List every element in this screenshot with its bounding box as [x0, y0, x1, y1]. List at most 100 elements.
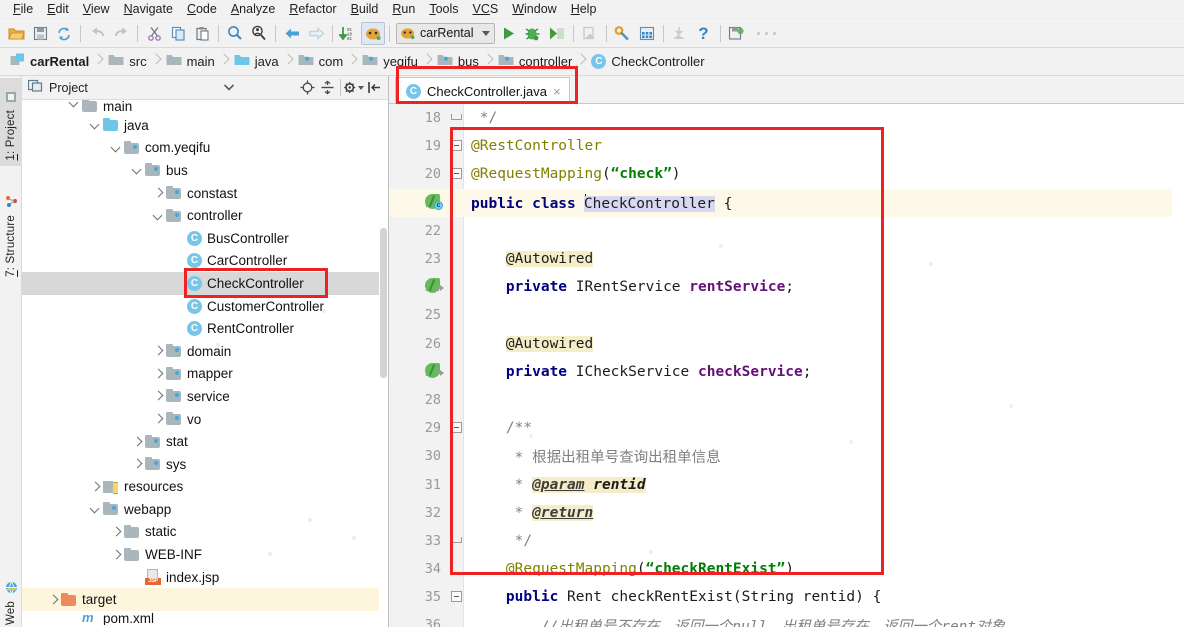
- code-fold-collapse-icon[interactable]: [451, 591, 462, 603]
- tree-item-mapper[interactable]: mapper: [22, 363, 388, 386]
- project-structure-icon[interactable]: [361, 21, 385, 45]
- find-usages-icon[interactable]: [247, 22, 271, 45]
- breadcrumb-item-checkcontroller[interactable]: C CheckController: [587, 48, 708, 76]
- tree-twisty-closed[interactable]: [46, 589, 61, 611]
- breadcrumb-item-java[interactable]: java: [230, 48, 283, 76]
- menu-item-file[interactable]: File: [6, 1, 40, 18]
- tree-item-vo[interactable]: vo: [22, 408, 388, 431]
- menu-item-vcs[interactable]: VCS: [466, 1, 506, 18]
- run-configuration-selector[interactable]: carRental: [396, 22, 495, 44]
- code-line-33[interactable]: 33 */: [389, 527, 1184, 555]
- code-line-31[interactable]: 31 * @param rentid: [389, 470, 1184, 498]
- tree-twisty-closed[interactable]: [109, 544, 124, 566]
- close-icon[interactable]: ×: [553, 85, 561, 98]
- open-folder-icon[interactable]: [4, 22, 28, 45]
- chevron-down-icon[interactable]: [219, 78, 239, 98]
- tree-item-service[interactable]: service: [22, 385, 388, 408]
- debug-icon[interactable]: [521, 22, 545, 45]
- code-line-35[interactable]: 35 public Rent checkRentExist(String ren…: [389, 583, 1184, 611]
- menu-item-code[interactable]: Code: [180, 1, 224, 18]
- spring-bean-field-icon[interactable]: [425, 362, 444, 380]
- menu-item-analyze[interactable]: Analyze: [224, 1, 282, 18]
- tree-twisty-closed[interactable]: [151, 340, 166, 362]
- menu-item-navigate[interactable]: Navigate: [117, 1, 180, 18]
- back-icon[interactable]: [280, 22, 304, 45]
- breadcrumb-item-carrental[interactable]: carRental: [6, 48, 93, 76]
- breadcrumb-item-com[interactable]: com: [294, 48, 348, 76]
- code-line-24[interactable]: 24 private IRentService rentService;: [389, 273, 1184, 301]
- tree-item-checkcontroller[interactable]: C CheckController: [22, 272, 388, 295]
- sync-refresh-icon[interactable]: [52, 22, 76, 45]
- tree-item-com-yeqifu[interactable]: com.yeqifu: [22, 137, 388, 160]
- run-icon[interactable]: [497, 22, 521, 45]
- code-fold-end-icon[interactable]: [451, 537, 462, 545]
- tree-twisty-closed[interactable]: [151, 182, 166, 204]
- breadcrumb-item-main[interactable]: main: [162, 48, 219, 76]
- locate-icon[interactable]: [297, 78, 317, 98]
- code-fold-collapse-icon[interactable]: [451, 140, 462, 152]
- tree-item-customercontroller[interactable]: C CustomerController: [22, 295, 388, 318]
- tree-twisty-open[interactable]: [109, 137, 124, 159]
- tree-twisty-open[interactable]: [130, 159, 145, 181]
- tree-item-static[interactable]: static: [22, 521, 388, 544]
- menu-item-refactor[interactable]: Refactor: [282, 1, 343, 18]
- spring-bean-class-icon[interactable]: c: [425, 193, 443, 211]
- tree-item-main[interactable]: main: [22, 100, 388, 114]
- paste-icon[interactable]: [190, 22, 214, 45]
- code-fold-collapse-icon[interactable]: [451, 422, 462, 434]
- menu-item-edit[interactable]: Edit: [40, 1, 76, 18]
- project-tree[interactable]: main java com.yeqifu bus constast controller C…: [22, 100, 388, 627]
- tree-twisty-closed[interactable]: [109, 521, 124, 543]
- code-line-19[interactable]: 19 @RestController: [389, 132, 1184, 160]
- menu-item-help[interactable]: Help: [564, 1, 604, 18]
- tree-twisty-open[interactable]: [88, 498, 103, 520]
- code-line-29[interactable]: 29 /**: [389, 414, 1184, 442]
- compile-icon[interactable]: 01 10 01: [337, 22, 361, 45]
- tree-item-sys[interactable]: sys: [22, 453, 388, 476]
- code-line-34[interactable]: 34 @RequestMapping(“checkRentExist”): [389, 555, 1184, 583]
- tree-item-rentcontroller[interactable]: C RentController: [22, 317, 388, 340]
- scrollbar-thumb[interactable]: [380, 228, 387, 378]
- tree-twisty-open[interactable]: [67, 100, 82, 114]
- menu-item-build[interactable]: Build: [344, 1, 386, 18]
- tree-item-resources[interactable]: resources: [22, 476, 388, 499]
- tree-item-constast[interactable]: constast: [22, 182, 388, 205]
- hide-panel-icon[interactable]: [364, 78, 384, 98]
- menu-item-run[interactable]: Run: [385, 1, 422, 18]
- tree-item-webapp[interactable]: webapp: [22, 498, 388, 521]
- code-line-30[interactable]: 30 * 根据出租单号查询出租单信息: [389, 442, 1184, 470]
- tree-twisty-closed[interactable]: [130, 431, 145, 453]
- menu-item-window[interactable]: Window: [505, 1, 563, 18]
- editor-scrollbar[interactable]: [1172, 104, 1184, 627]
- code-line-21[interactable]: 21cpublic class CheckController {: [389, 188, 1184, 217]
- breadcrumb-item-controller[interactable]: controller: [494, 48, 576, 76]
- code-line-28[interactable]: 28: [389, 386, 1184, 414]
- menu-item-tools[interactable]: Tools: [422, 1, 465, 18]
- code-fold-end-icon[interactable]: [451, 114, 462, 122]
- tree-item-controller[interactable]: controller: [22, 204, 388, 227]
- project-tree-scrollbar[interactable]: [379, 100, 388, 627]
- tree-item-stat[interactable]: stat: [22, 430, 388, 453]
- code-line-22[interactable]: 22: [389, 217, 1184, 245]
- code-line-18[interactable]: 18 */: [389, 104, 1184, 132]
- sidebar-item-structure[interactable]: 7: Structure: [0, 174, 22, 282]
- code-line-23[interactable]: 23 @Autowired: [389, 245, 1184, 273]
- spring-bean-field-icon[interactable]: [425, 278, 444, 295]
- help-icon[interactable]: ?: [692, 22, 716, 45]
- code-lines[interactable]: 18 */19 @RestController 20 @RequestMapping(…: [389, 104, 1184, 627]
- collapse-all-icon[interactable]: [317, 78, 337, 98]
- breadcrumb-item-src[interactable]: src: [104, 48, 150, 76]
- tree-item-bus[interactable]: bus: [22, 159, 388, 182]
- tree-twisty-closed[interactable]: [88, 476, 103, 498]
- code-fold-collapse-icon[interactable]: [451, 168, 462, 180]
- tree-item-buscontroller[interactable]: C BusController: [22, 227, 388, 250]
- code-line-36[interactable]: 36 //出租单号不存在，返回一个null，出租单号存在，返回一个rent对象: [389, 611, 1184, 627]
- tree-twisty-open[interactable]: [151, 205, 166, 227]
- sidebar-item-project[interactable]: 1: Project: [0, 78, 22, 166]
- find-icon[interactable]: [223, 22, 247, 45]
- database-icon[interactable]: [635, 22, 659, 45]
- settings-gear-icon[interactable]: [344, 78, 364, 98]
- save-all-icon[interactable]: [28, 22, 52, 45]
- chevron-down-icon[interactable]: [481, 30, 490, 36]
- tree-item-target[interactable]: target: [22, 588, 388, 612]
